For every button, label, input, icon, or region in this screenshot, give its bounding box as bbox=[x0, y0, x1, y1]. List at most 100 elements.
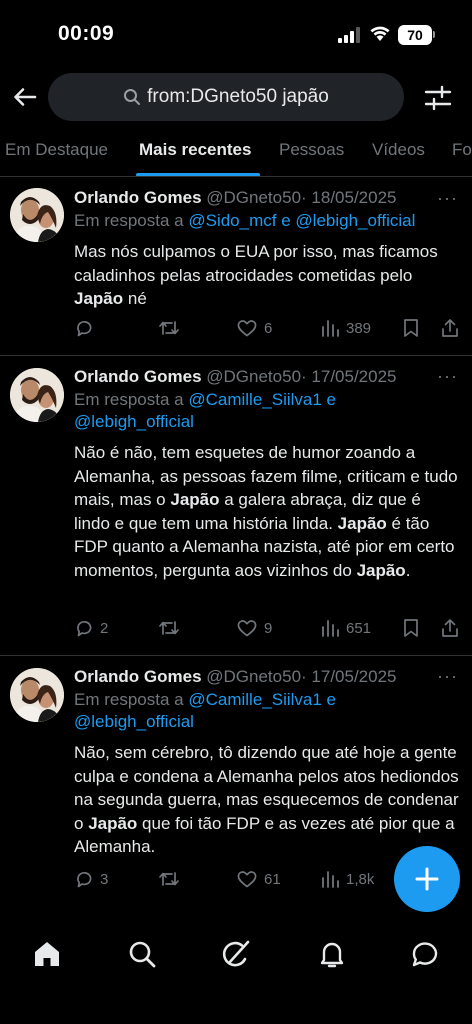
reply-prefix: Em resposta a bbox=[74, 211, 184, 230]
highlight-term: Japão bbox=[74, 289, 124, 308]
tweet-meta: Orlando Gomes @DGneto50· 17/05/2025 bbox=[74, 666, 460, 688]
tweet-date: · 18/05/2025 bbox=[301, 188, 397, 207]
compose-plus-icon bbox=[415, 867, 439, 891]
reply-connector: e bbox=[326, 690, 337, 709]
mention-link[interactable]: @Camille_Siilva1 bbox=[188, 690, 321, 709]
bottom-navigation bbox=[0, 920, 472, 1024]
reply-button[interactable] bbox=[74, 318, 100, 338]
messages-icon[interactable] bbox=[409, 938, 441, 970]
bookmark-button[interactable] bbox=[402, 318, 420, 338]
battery-level: 70 bbox=[398, 25, 432, 45]
author-handle[interactable]: @DGneto50 bbox=[206, 188, 301, 207]
views-button[interactable]: 389 bbox=[320, 318, 371, 338]
like-button[interactable]: 9 bbox=[236, 618, 272, 638]
author-handle[interactable]: @DGneto50 bbox=[206, 367, 301, 386]
avatar-photo bbox=[10, 368, 64, 422]
retweet-button[interactable] bbox=[158, 618, 186, 638]
retweet-icon bbox=[159, 621, 179, 635]
views-icon bbox=[322, 320, 339, 337]
share-button[interactable] bbox=[440, 318, 460, 338]
reply-connector: e bbox=[281, 211, 291, 230]
views-icon bbox=[322, 620, 339, 637]
tab-mais-recentes[interactable]: Mais recentes bbox=[139, 140, 251, 160]
tweet-2[interactable]: ··· Orlando Gomes @DGneto50· 17/05/2025 … bbox=[0, 356, 472, 656]
bookmark-icon bbox=[404, 619, 418, 637]
tweet-text: Não é não, tem esquetes de humor zoando … bbox=[74, 441, 460, 582]
back-arrow-icon[interactable] bbox=[10, 82, 40, 112]
reply-button[interactable]: 3 bbox=[74, 869, 108, 889]
avatar[interactable] bbox=[10, 668, 64, 722]
tweet-content: Orlando Gomes @DGneto50· 17/05/2025 Em r… bbox=[74, 666, 460, 859]
author-name[interactable]: Orlando Gomes bbox=[74, 188, 202, 207]
like-icon bbox=[237, 871, 257, 888]
reply-prefix: Em resposta a bbox=[74, 390, 184, 409]
avatar[interactable] bbox=[10, 188, 64, 242]
bookmark-button[interactable] bbox=[402, 618, 420, 638]
reply-context: Em resposta a @Camille_Siilva1 e @lebigh… bbox=[74, 389, 460, 433]
text-segment: Mas nós culpamos o EUA por isso, mas fic… bbox=[74, 242, 438, 285]
view-count: 651 bbox=[346, 619, 372, 637]
share-button[interactable] bbox=[440, 618, 460, 638]
search-query: from:DGneto50 japão bbox=[147, 86, 329, 107]
like-count: 61 bbox=[264, 870, 281, 888]
reply-icon bbox=[77, 320, 92, 337]
like-icon bbox=[237, 320, 257, 337]
author-name[interactable]: Orlando Gomes bbox=[74, 667, 202, 686]
cellular-signal-icon bbox=[338, 27, 360, 43]
tweet-1[interactable]: ··· Orlando Gomes @DGneto50· 18/05/2025 … bbox=[0, 178, 472, 356]
tweet-actions: 2 9 651 bbox=[74, 618, 460, 642]
notifications-icon[interactable] bbox=[316, 938, 348, 970]
share-icon bbox=[442, 619, 458, 637]
reply-icon bbox=[77, 871, 92, 888]
reply-button[interactable]: 2 bbox=[74, 618, 108, 638]
tab-videos[interactable]: Vídeos bbox=[372, 140, 425, 160]
tab-for-you-truncated[interactable]: Fo bbox=[452, 140, 472, 160]
view-count: 389 bbox=[346, 319, 372, 337]
mention-link[interactable]: @lebigh_official bbox=[295, 211, 415, 230]
like-button[interactable]: 6 bbox=[236, 318, 272, 338]
share-icon bbox=[442, 319, 458, 337]
search-tabs: Em Destaque Mais recentes Pessoas Vídeos… bbox=[0, 130, 472, 177]
like-count: 6 bbox=[264, 319, 273, 337]
reply-context: Em resposta a @Camille_Siilva1 e @lebigh… bbox=[74, 689, 460, 733]
bookmark-icon bbox=[404, 319, 418, 337]
home-icon[interactable] bbox=[31, 938, 63, 970]
wifi-icon bbox=[370, 26, 390, 41]
tweet-meta: Orlando Gomes @DGneto50· 17/05/2025 bbox=[74, 366, 460, 388]
tweet-actions: 6 389 bbox=[74, 318, 460, 342]
reply-connector: e bbox=[326, 390, 337, 409]
retweet-button[interactable] bbox=[158, 869, 186, 889]
grok-icon[interactable] bbox=[220, 938, 252, 970]
reply-count: 3 bbox=[100, 870, 109, 888]
mention-link[interactable]: @lebigh_official bbox=[74, 712, 194, 731]
author-handle[interactable]: @DGneto50 bbox=[206, 667, 301, 686]
filter-sliders-icon[interactable] bbox=[422, 82, 454, 114]
mention-link[interactable]: @Sido_mcf bbox=[188, 211, 276, 230]
retweet-icon bbox=[159, 872, 179, 886]
tweet-text: Mas nós culpamos o EUA por isso, mas fic… bbox=[74, 240, 460, 311]
explore-icon[interactable] bbox=[126, 938, 158, 970]
reply-icon bbox=[77, 620, 92, 637]
mention-link[interactable]: @lebigh_official bbox=[74, 412, 194, 431]
tab-em-destaque[interactable]: Em Destaque bbox=[5, 140, 108, 160]
status-bar: 00:09 70 bbox=[0, 0, 472, 70]
avatar[interactable] bbox=[10, 368, 64, 422]
avatar-photo bbox=[10, 188, 64, 242]
retweet-button[interactable] bbox=[158, 318, 186, 338]
like-button[interactable]: 61 bbox=[236, 869, 281, 889]
mention-link[interactable]: @Camille_Siilva1 bbox=[188, 390, 321, 409]
tweet-date: · 17/05/2025 bbox=[301, 667, 397, 686]
status-time: 00:09 bbox=[58, 22, 115, 45]
like-icon bbox=[237, 620, 257, 637]
tweet-meta: Orlando Gomes @DGneto50· 18/05/2025 bbox=[74, 187, 460, 209]
search-input[interactable]: from:DGneto50 japão bbox=[48, 73, 404, 121]
compose-button[interactable] bbox=[394, 846, 460, 912]
author-name[interactable]: Orlando Gomes bbox=[74, 367, 202, 386]
battery-tip bbox=[433, 31, 435, 38]
text-segment: né bbox=[123, 289, 147, 308]
views-button[interactable]: 651 bbox=[320, 618, 371, 638]
tab-pessoas[interactable]: Pessoas bbox=[279, 140, 344, 160]
highlight-term: Japão bbox=[88, 813, 138, 833]
search-header: from:DGneto50 japão bbox=[0, 72, 472, 124]
views-button[interactable]: 1,8k bbox=[320, 869, 374, 889]
